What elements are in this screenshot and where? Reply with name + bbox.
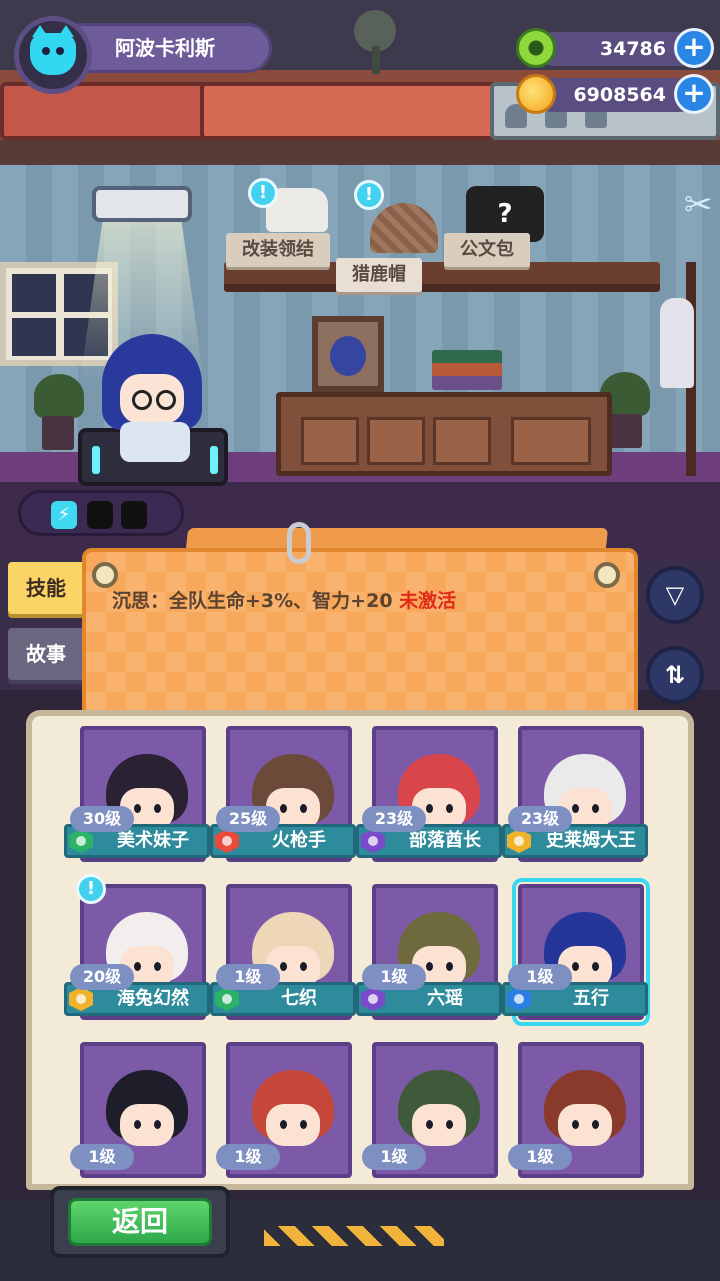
purple-element-icon	[361, 829, 385, 853]
character-level: 1级	[216, 964, 280, 990]
alert-bubble-icon: !	[248, 178, 278, 208]
jade-currency: 34786 +	[516, 28, 714, 68]
filter-icon: ▽	[665, 581, 685, 609]
sort-button[interactable]: ⇅	[646, 646, 704, 704]
coat	[660, 298, 694, 388]
energy-slot-empty	[87, 501, 113, 529]
add-gold-button[interactable]: +	[674, 74, 714, 114]
character-card[interactable]: 部落酋长 23级	[356, 722, 508, 880]
player-name: 阿波卡利斯	[115, 36, 215, 60]
character-card[interactable]: 六瑶 1级	[356, 880, 508, 1038]
character-card[interactable]: 海兔幻然 20级!	[64, 874, 216, 1038]
character-card[interactable]: 1级	[216, 1038, 362, 1196]
gold-amount: 6908564	[573, 84, 666, 106]
red-element-icon	[215, 829, 239, 853]
blue-element-icon	[507, 987, 531, 1011]
scissors-icon[interactable]: ✂	[684, 180, 720, 230]
gold-element-icon	[69, 987, 93, 1011]
skill-description: 沉思：全队生命+3%、智力+20 未激活	[112, 586, 456, 613]
jade-amount: 34786	[599, 38, 666, 60]
filter-button[interactable]: ▽	[646, 566, 704, 624]
gold-currency: 6908564 +	[516, 74, 714, 114]
add-jade-button[interactable]: +	[674, 28, 714, 68]
energy-slot-empty	[121, 501, 147, 529]
character-card[interactable]: 1级	[362, 1038, 508, 1196]
paper-clip-icon	[287, 522, 311, 564]
battery-icon: ⚡	[51, 501, 77, 529]
character-level: 1级	[508, 964, 572, 990]
alert-bubble-icon: !	[354, 180, 384, 210]
character-sprite[interactable]	[94, 334, 212, 462]
hazard-stripe	[264, 1226, 444, 1246]
character-card[interactable]: 七织 1级	[210, 880, 362, 1038]
character-card[interactable]: 1级	[70, 1038, 216, 1196]
screw-icon	[92, 562, 118, 588]
energy-bar: ⚡	[18, 490, 184, 536]
pipe	[200, 82, 500, 140]
deerstalker-hat-icon[interactable]	[370, 203, 438, 253]
character-card[interactable]: 五行 1级	[502, 878, 654, 1038]
character-card[interactable]: 美术妹子 30级	[64, 722, 216, 880]
swap-icon: ⇅	[664, 661, 686, 689]
item-label-hat[interactable]: 猎鹿帽	[336, 258, 422, 292]
character-card[interactable]: 1级	[508, 1038, 654, 1196]
cat-icon	[30, 25, 76, 75]
item-label-bow-tie[interactable]: 改装领结	[226, 233, 330, 267]
character-level: 23级	[362, 806, 426, 832]
portrait-frame[interactable]	[312, 316, 384, 392]
character-level: 20级	[70, 964, 134, 990]
alert-bubble-icon: !	[76, 874, 106, 904]
tab-story[interactable]: 故事	[8, 628, 82, 680]
character-level: 1级	[508, 1144, 572, 1170]
back-button[interactable]: 返回	[68, 1198, 212, 1246]
character-card[interactable]: 火枪手 25级	[210, 722, 362, 880]
screw-icon	[594, 562, 620, 588]
ceiling-fan	[320, 2, 430, 74]
back-button-frame: 返回	[50, 1186, 230, 1258]
desk	[276, 392, 612, 476]
pipe	[0, 82, 210, 140]
gold-coin-icon	[516, 74, 556, 114]
projector-lamp	[92, 186, 192, 222]
item-label-briefcase[interactable]: 公文包	[444, 233, 530, 267]
avatar[interactable]	[14, 16, 92, 94]
jade-coin-icon	[516, 28, 556, 68]
plant-pot	[610, 414, 642, 448]
plant-icon	[34, 374, 84, 418]
gold-element-icon	[507, 829, 531, 853]
green-element-icon	[69, 829, 93, 853]
books-stack	[432, 350, 502, 390]
character-level: 1级	[362, 964, 426, 990]
character-level: 1级	[70, 1144, 134, 1170]
skill-text: 沉思：全队生命+3%、智力+20	[112, 590, 393, 612]
purple-element-icon	[361, 987, 385, 1011]
character-card[interactable]: 史莱姆大王 23级	[502, 722, 654, 880]
character-level: 1级	[216, 1144, 280, 1170]
character-level: 1级	[362, 1144, 426, 1170]
character-grid: 美术妹子 30级 火枪手 25级 部落酋长 23级 史莱姆大王 23级海兔幻然 20级! 七织 1级…	[64, 722, 654, 1196]
character-level: 25级	[216, 806, 280, 832]
character-level: 23级	[508, 806, 572, 832]
tab-skill[interactable]: 技能	[8, 562, 82, 614]
plant-pot	[42, 416, 74, 450]
character-level: 30级	[70, 806, 134, 832]
green-element-icon	[215, 987, 239, 1011]
skill-status: 未激活	[399, 590, 457, 612]
